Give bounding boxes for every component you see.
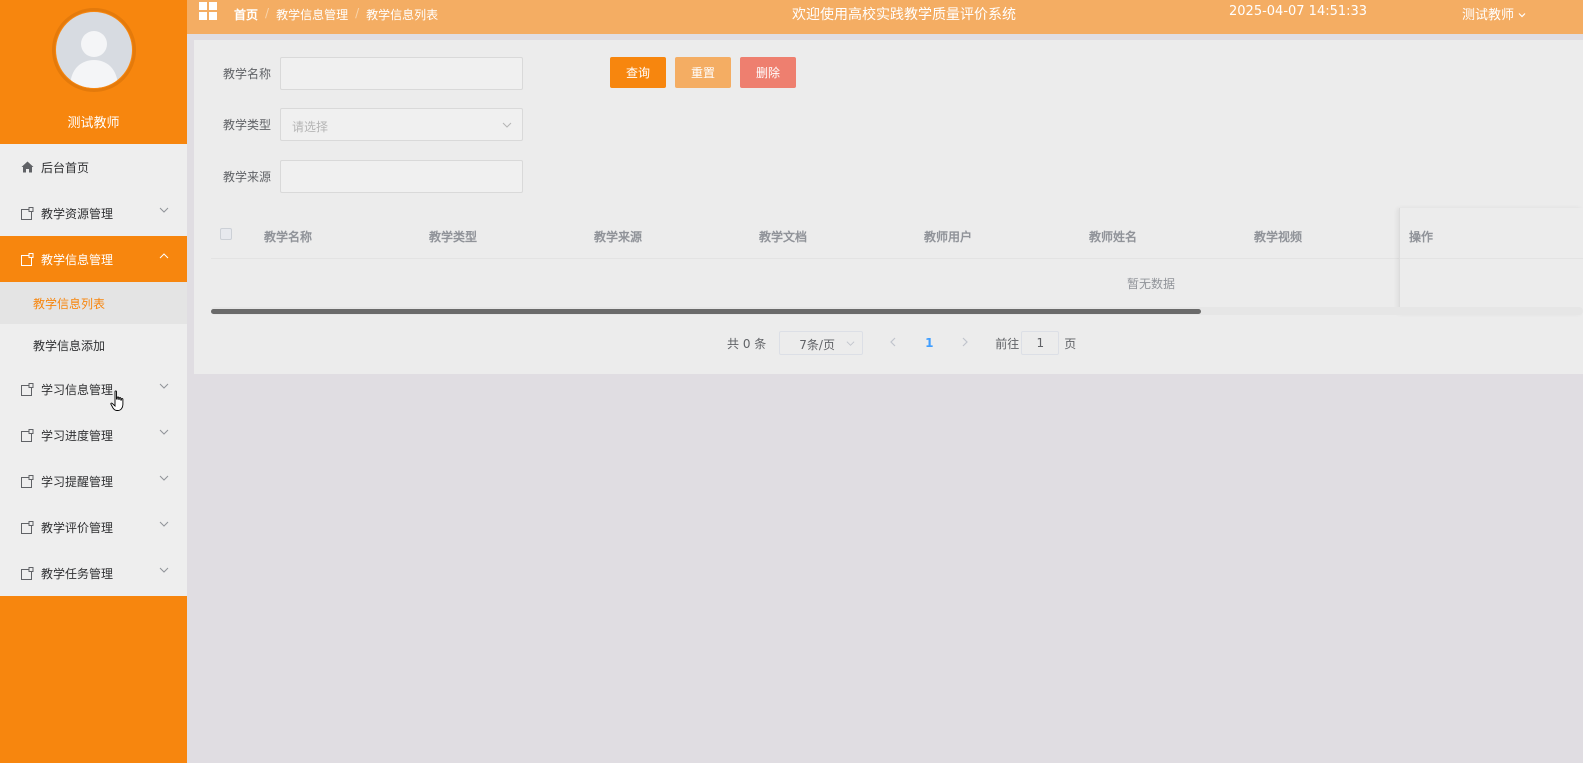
field-label: 教学类型 bbox=[222, 118, 271, 132]
chevron-up-icon bbox=[159, 253, 169, 259]
chevron-down-icon bbox=[846, 341, 855, 346]
user-name: 测试教师 bbox=[1462, 8, 1515, 23]
menu-item-label: 学习信息管理 bbox=[41, 382, 114, 397]
chevron-down-icon bbox=[159, 567, 169, 573]
total-count: 共 0 条 bbox=[727, 336, 767, 351]
document-icon bbox=[20, 566, 34, 580]
chevron-right-icon bbox=[962, 337, 969, 347]
table-body: 暂无数据 bbox=[211, 212, 1399, 316]
menu-item-label: 学习进度管理 bbox=[41, 428, 114, 443]
profile-name: 测试教师 bbox=[67, 116, 120, 131]
menu-item-teaching-tasks[interactable]: 教学任务管理 bbox=[0, 550, 187, 596]
user-silhouette-icon bbox=[69, 31, 118, 88]
pagination: 共 0 条 7条/页 1 前往 1 页 bbox=[727, 331, 1076, 355]
avatar[interactable] bbox=[51, 8, 136, 92]
document-icon bbox=[20, 428, 34, 442]
chevron-down-icon bbox=[159, 383, 169, 389]
menu-item-label: 学习提醒管理 bbox=[41, 474, 114, 489]
chevron-down-icon bbox=[159, 475, 169, 481]
breadcrumb-teaching-info[interactable]: 教学信息管理 bbox=[276, 6, 348, 23]
select-placeholder: 请选择 bbox=[292, 120, 329, 134]
form-row-source: 教学来源 bbox=[194, 160, 523, 193]
data-table: 教学名称 教学类型 教学来源 教学文档 教师用户 教师姓名 教学视频 操作 暂无… bbox=[211, 208, 1583, 316]
menu-item-learning-progress[interactable]: 学习进度管理 bbox=[0, 412, 187, 458]
grid-menu-icon[interactable] bbox=[199, 2, 217, 20]
menu-item-learning-reminder[interactable]: 学习提醒管理 bbox=[0, 458, 187, 504]
home-icon bbox=[20, 160, 34, 174]
goto-page-input[interactable]: 1 bbox=[1021, 331, 1060, 355]
menu-item-label: 教学资源管理 bbox=[41, 206, 114, 221]
menu-item-teaching-evaluation[interactable]: 教学评价管理 bbox=[0, 504, 187, 550]
scrollbar-thumb[interactable] bbox=[211, 309, 1201, 314]
menu-item-label: 教学任务管理 bbox=[41, 566, 114, 581]
hand-cursor-icon bbox=[110, 390, 124, 411]
menu-item-label: 教学信息管理 bbox=[41, 252, 114, 267]
form-row-type: 教学类型 请选择 bbox=[194, 108, 523, 141]
page-number[interactable]: 1 bbox=[915, 336, 943, 350]
delete-button[interactable]: 删除 bbox=[740, 57, 796, 88]
document-icon bbox=[20, 252, 34, 266]
sidebar-menu: 后台首页 教学资源管理 教学信息管理 教学信息列表 教学信息添加 学习信息管理 bbox=[0, 144, 187, 596]
query-button[interactable]: 查询 bbox=[610, 57, 666, 88]
breadcrumb-current: 教学信息列表 bbox=[366, 8, 439, 22]
field-label: 教学来源 bbox=[222, 170, 271, 184]
goto-label: 前往 bbox=[995, 336, 1020, 351]
teaching-source-input[interactable] bbox=[280, 160, 523, 193]
breadcrumb: 首页 / 教学信息管理 / 教学信息列表 bbox=[234, 6, 438, 23]
menu-item-teaching-info[interactable]: 教学信息管理 bbox=[0, 236, 187, 282]
document-icon bbox=[20, 382, 34, 396]
page-size-value: 7条/页 bbox=[799, 338, 835, 352]
field-label: 教学名称 bbox=[222, 67, 271, 81]
top-bar: 首页 / 教学信息管理 / 教学信息列表 欢迎使用高校实践教学质量评价系统 20… bbox=[187, 0, 1583, 34]
profile: 测试教师 bbox=[0, 0, 187, 144]
menu-item-learning-info[interactable]: 学习信息管理 bbox=[0, 366, 187, 412]
system-title: 欢迎使用高校实践教学质量评价系统 bbox=[792, 7, 1016, 23]
reset-button[interactable]: 重置 bbox=[675, 57, 731, 88]
menu-item-label: 后台首页 bbox=[41, 160, 90, 175]
page-unit-label: 页 bbox=[1064, 336, 1077, 351]
chevron-down-icon bbox=[159, 429, 169, 435]
chevron-down-icon bbox=[159, 207, 169, 213]
menu-item-teaching-resources[interactable]: 教学资源管理 bbox=[0, 190, 187, 236]
breadcrumb-separator: / bbox=[355, 6, 360, 20]
submenu-item-teaching-info-list[interactable]: 教学信息列表 bbox=[0, 282, 187, 324]
current-datetime: 2025-04-07 14:51:33 bbox=[1229, 4, 1368, 19]
menu-item-label: 教学评价管理 bbox=[41, 520, 114, 535]
menu-item-home[interactable]: 后台首页 bbox=[0, 144, 187, 190]
next-page-button[interactable] bbox=[955, 336, 975, 350]
user-dropdown[interactable]: 测试教师 bbox=[1462, 4, 1526, 23]
empty-message: 暂无数据 bbox=[1126, 277, 1175, 291]
breadcrumb-separator: / bbox=[265, 6, 270, 20]
document-icon bbox=[20, 520, 34, 534]
teaching-type-select[interactable]: 请选择 bbox=[280, 108, 523, 141]
breadcrumb-home[interactable]: 首页 bbox=[234, 6, 258, 23]
horizontal-scrollbar[interactable] bbox=[211, 307, 1583, 315]
chevron-down-icon bbox=[159, 521, 169, 527]
document-icon bbox=[20, 206, 34, 220]
form-row-name: 教学名称 bbox=[194, 57, 523, 90]
document-icon bbox=[20, 474, 34, 488]
content-panel: 教学名称 教学类型 请选择 教学来源 查询 重置 删除 教学名称 教学类型 教学… bbox=[194, 40, 1583, 374]
chevron-down-icon bbox=[1518, 13, 1526, 18]
teaching-name-input[interactable] bbox=[280, 57, 523, 90]
submenu-item-teaching-info-add[interactable]: 教学信息添加 bbox=[0, 324, 187, 366]
sidebar: 测试教师 后台首页 教学资源管理 教学信息管理 教学信息列表 教学信息添加 学习… bbox=[0, 0, 187, 763]
fixed-actions-column bbox=[1399, 208, 1583, 314]
page-size-select[interactable]: 7条/页 bbox=[779, 331, 864, 355]
chevron-down-icon bbox=[502, 122, 512, 128]
chevron-left-icon bbox=[890, 337, 896, 347]
prev-page-button[interactable] bbox=[883, 336, 903, 350]
